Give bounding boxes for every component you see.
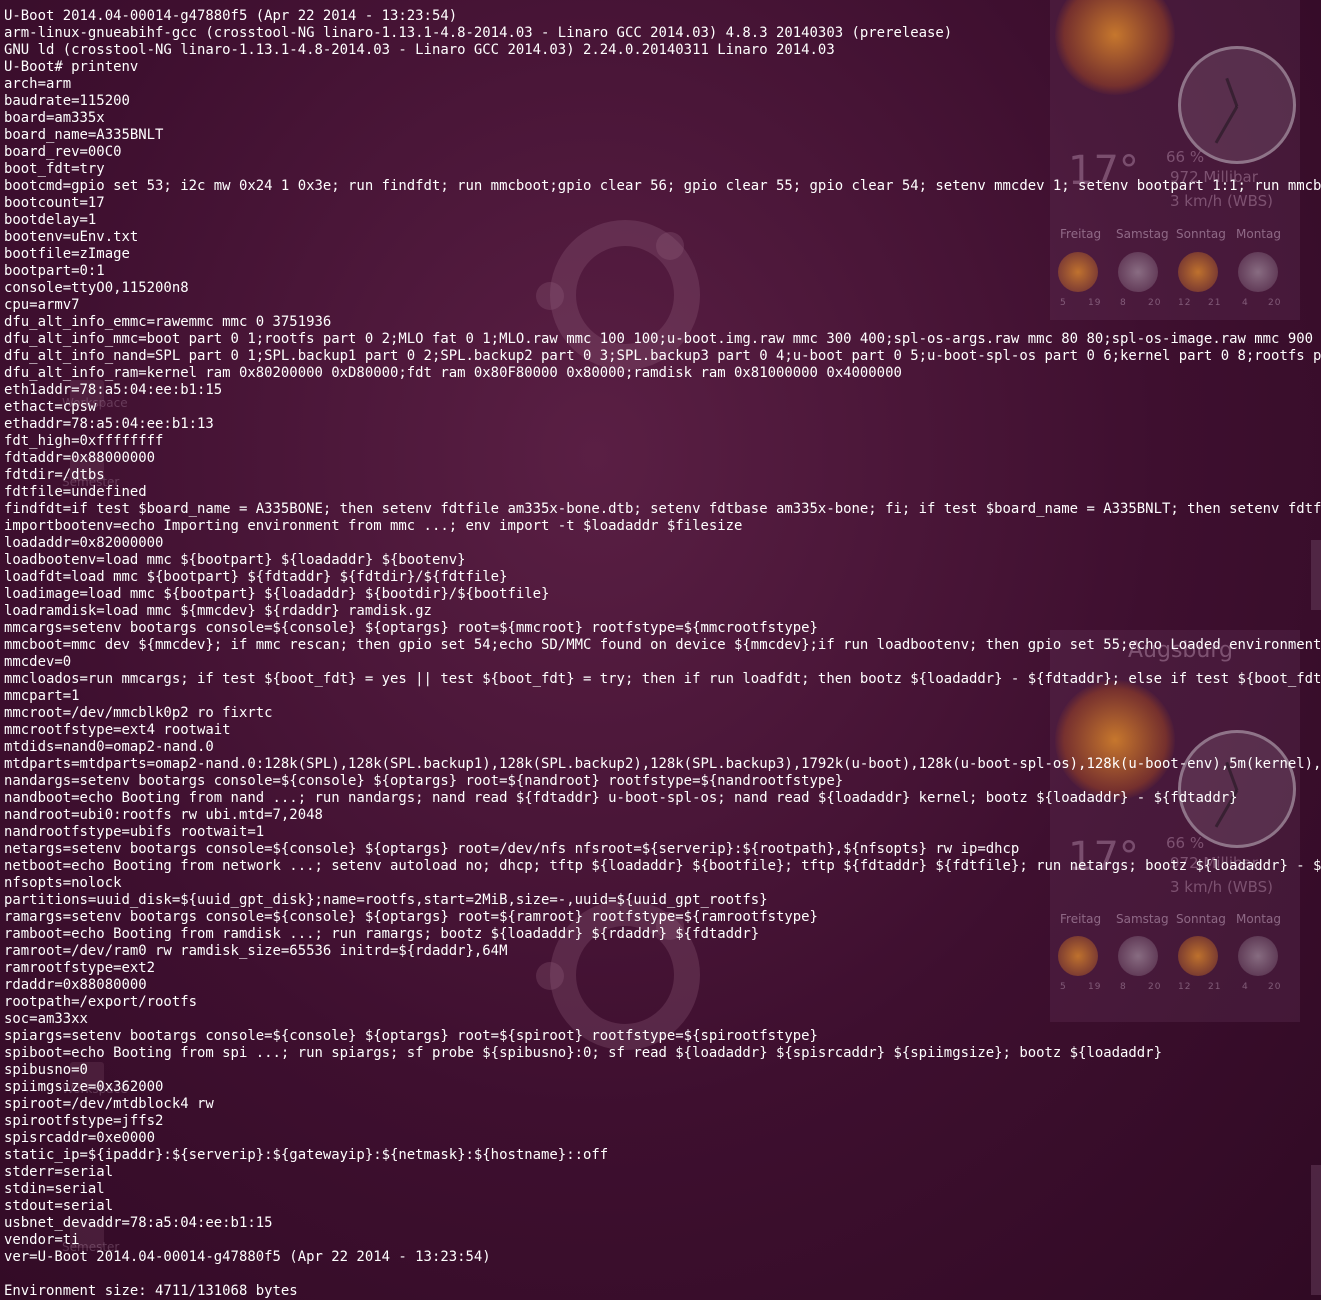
- terminal-line: board_rev=00C0: [4, 144, 122, 160]
- terminal-line: usbnet_devaddr=78:a5:04:ee:b1:15: [4, 1215, 273, 1231]
- terminal-line: rdaddr=0x88080000: [4, 977, 147, 993]
- terminal-line: fdtdir=/dtbs: [4, 467, 105, 483]
- terminal-line: spirootfstype=jffs2: [4, 1113, 164, 1129]
- terminal-line: mmcloados=run mmcargs; if test ${boot_fd…: [4, 671, 1321, 687]
- terminal-line: fdtaddr=0x88000000: [4, 450, 156, 466]
- terminal-line: baudrate=115200: [4, 93, 130, 109]
- terminal-line: ethact=cpsw: [4, 399, 97, 415]
- terminal-line: mmcargs=setenv bootargs console=${consol…: [4, 620, 818, 636]
- terminal-line: vendor=ti: [4, 1232, 80, 1248]
- terminal-output[interactable]: U-Boot 2014.04-00014-g47880f5 (Apr 22 20…: [4, 8, 1321, 1300]
- terminal-line: bootpart=0:1: [4, 263, 105, 279]
- terminal-line: importbootenv=echo Importing environment…: [4, 518, 743, 534]
- terminal-line: mmcboot=mmc dev ${mmcdev}; if mmc rescan…: [4, 637, 1321, 653]
- terminal-line: ver=U-Boot 2014.04-00014-g47880f5 (Apr 2…: [4, 1249, 491, 1265]
- terminal-line: spiboot=echo Booting from spi ...; run s…: [4, 1045, 1162, 1061]
- terminal-line: ramrootfstype=ext2: [4, 960, 156, 976]
- terminal-line: loadfdt=load mmc ${bootpart} ${fdtaddr} …: [4, 569, 508, 585]
- terminal-line: bootdelay=1: [4, 212, 97, 228]
- terminal-line: spiroot=/dev/mtdblock4 rw: [4, 1096, 214, 1112]
- terminal-line: fdt_high=0xffffffff: [4, 433, 164, 449]
- terminal-line: loadaddr=0x82000000: [4, 535, 164, 551]
- terminal-line: spisrcaddr=0xe0000: [4, 1130, 156, 1146]
- terminal-line: ethaddr=78:a5:04:ee:b1:13: [4, 416, 214, 432]
- terminal-line: mmcroot=/dev/mmcblk0p2 ro fixrtc: [4, 705, 273, 721]
- terminal-line: loadimage=load mmc ${bootpart} ${loadadd…: [4, 586, 550, 602]
- terminal-line: ramargs=setenv bootargs console=${consol…: [4, 909, 818, 925]
- terminal-line: nfsopts=nolock: [4, 875, 122, 891]
- terminal-line: spiargs=setenv bootargs console=${consol…: [4, 1028, 818, 1044]
- terminal-line: soc=am33xx: [4, 1011, 88, 1027]
- terminal-line: nandargs=setenv bootargs console=${conso…: [4, 773, 844, 789]
- terminal-line: spibusno=0: [4, 1062, 88, 1078]
- terminal-line: rootpath=/export/rootfs: [4, 994, 197, 1010]
- terminal-line: mtdparts=mtdparts=omap2-nand.0:128k(SPL)…: [4, 756, 1321, 772]
- terminal-line: nandrootfstype=ubifs rootwait=1: [4, 824, 265, 840]
- terminal-line: boot_fdt=try: [4, 161, 105, 177]
- terminal-line: bootfile=zImage: [4, 246, 130, 262]
- terminal-line: bootenv=uEnv.txt: [4, 229, 139, 245]
- terminal-line: mmcpart=1: [4, 688, 80, 704]
- terminal-line: netargs=setenv bootargs console=${consol…: [4, 841, 1020, 857]
- terminal-line: bootcount=17: [4, 195, 105, 211]
- terminal-line: bootcmd=gpio set 53; i2c mw 0x24 1 0x3e;…: [4, 178, 1321, 194]
- terminal-line: U-Boot# printenv: [4, 59, 139, 75]
- terminal-line: static_ip=${ipaddr}:${serverip}:${gatewa…: [4, 1147, 609, 1163]
- terminal-line: arch=arm: [4, 76, 72, 92]
- terminal-line: loadbootenv=load mmc ${bootpart} ${loada…: [4, 552, 466, 568]
- terminal-line: findfdt=if test $board_name = A335BONE; …: [4, 501, 1321, 517]
- terminal-line: spiimgsize=0x362000: [4, 1079, 164, 1095]
- terminal-line: dfu_alt_info_nand=SPL part 0 1;SPL.backu…: [4, 348, 1321, 364]
- terminal-line: eth1addr=78:a5:04:ee:b1:15: [4, 382, 223, 398]
- terminal-line: stdin=serial: [4, 1181, 105, 1197]
- terminal-line: arm-linux-gnueabihf-gcc (crosstool-NG li…: [4, 25, 953, 41]
- terminal-line: mmcdev=0: [4, 654, 72, 670]
- terminal-line: GNU ld (crosstool-NG linaro-1.13.1-4.8-2…: [4, 42, 835, 58]
- terminal-line: loadramdisk=load mmc ${mmcdev} ${rdaddr}…: [4, 603, 432, 619]
- terminal-line: nandboot=echo Booting from nand ...; run…: [4, 790, 1238, 806]
- terminal-line: mmcrootfstype=ext4 rootwait: [4, 722, 231, 738]
- terminal-line: stdout=serial: [4, 1198, 114, 1214]
- terminal-line: board=am335x: [4, 110, 105, 126]
- terminal-line: console=ttyO0,115200n8: [4, 280, 189, 296]
- terminal-line: dfu_alt_info_emmc=rawemmc mmc 0 3751936: [4, 314, 332, 330]
- terminal-line: stderr=serial: [4, 1164, 114, 1180]
- terminal-line: netboot=echo Booting from network ...; s…: [4, 858, 1321, 874]
- terminal-line: fdtfile=undefined: [4, 484, 147, 500]
- terminal-line: nandroot=ubi0:rootfs rw ubi.mtd=7,2048: [4, 807, 323, 823]
- terminal-line: ramroot=/dev/ram0 rw ramdisk_size=65536 …: [4, 943, 508, 959]
- terminal-line: board_name=A335BNLT: [4, 127, 164, 143]
- terminal-line: Environment size: 4711/131068 bytes: [4, 1283, 298, 1299]
- terminal-line: partitions=uuid_disk=${uuid_gpt_disk};na…: [4, 892, 768, 908]
- terminal-line: dfu_alt_info_ram=kernel ram 0x80200000 0…: [4, 365, 902, 381]
- terminal-line: U-Boot 2014.04-00014-g47880f5 (Apr 22 20…: [4, 8, 458, 24]
- terminal-line: dfu_alt_info_mmc=boot part 0 1;rootfs pa…: [4, 331, 1321, 347]
- terminal-line: mtdids=nand0=omap2-nand.0: [4, 739, 214, 755]
- terminal-line: cpu=armv7: [4, 297, 80, 313]
- terminal-line: ramboot=echo Booting from ramdisk ...; r…: [4, 926, 760, 942]
